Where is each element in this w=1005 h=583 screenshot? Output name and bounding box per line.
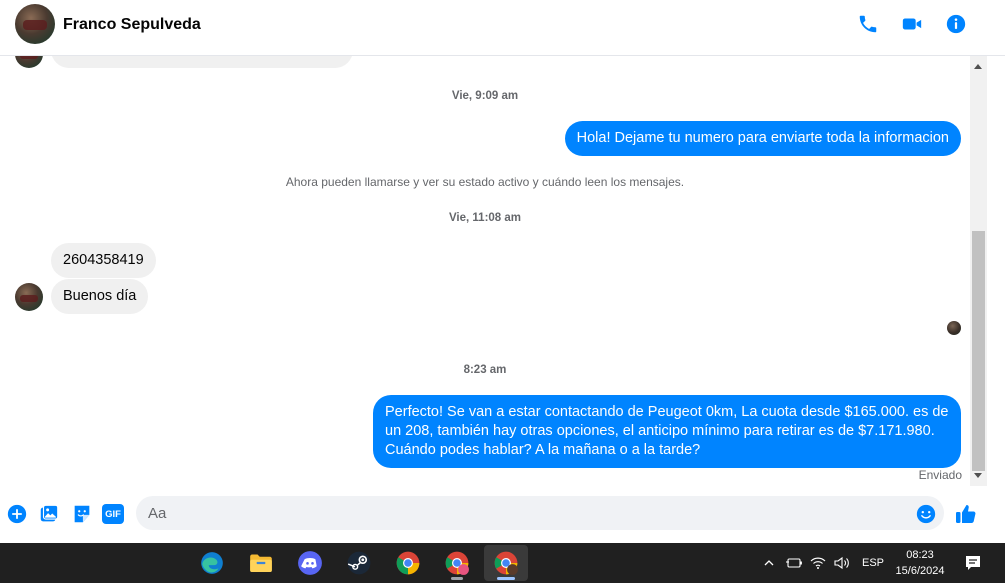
outgoing-message[interactable]: Hola! Dejame tu numero para enviarte tod… [564, 121, 961, 156]
contact-avatar[interactable] [15, 4, 55, 44]
running-indicator [451, 577, 463, 580]
scrollbar[interactable] [970, 56, 987, 486]
scroll-down-arrow[interactable] [974, 473, 982, 478]
steam-icon[interactable] [337, 545, 381, 581]
incoming-message[interactable]: 2604358419 [51, 243, 156, 278]
image-icon[interactable] [37, 502, 61, 526]
timestamp: Vie, 11:08 am [448, 212, 522, 224]
chrome-profile-active-icon[interactable] [484, 545, 528, 581]
file-explorer-icon[interactable] [239, 545, 283, 581]
volume-icon[interactable] [830, 556, 854, 570]
sticker-icon[interactable] [70, 502, 94, 526]
message-list[interactable]: Vie, 9:09 am Hola! Dejame tu numero para… [0, 56, 970, 486]
message-input[interactable] [136, 496, 944, 530]
incoming-message[interactable]: Buenos día [51, 279, 149, 314]
active-indicator [497, 577, 515, 580]
composer: GIF [0, 490, 1005, 538]
contact-avatar-small[interactable] [15, 283, 43, 311]
system-tray: ESP [760, 543, 884, 583]
info-icon[interactable] [944, 12, 968, 36]
chrome-profile-icon[interactable] [435, 545, 479, 581]
gif-icon[interactable]: GIF [101, 502, 125, 526]
chevron-up-icon[interactable] [760, 557, 778, 569]
contact-avatar-small [15, 56, 43, 68]
phone-icon[interactable] [856, 12, 880, 36]
timestamp: Vie, 9:09 am [451, 90, 519, 102]
discord-icon[interactable] [288, 545, 332, 581]
chrome-icon[interactable] [386, 545, 430, 581]
windows-taskbar: ESP 08:23 15/6/2024 [0, 543, 1005, 583]
outgoing-message[interactable]: Perfecto! Se van a estar contactando de … [373, 395, 961, 468]
chat-header: Franco Sepulveda [0, 0, 1005, 56]
clock-time: 08:23 [906, 549, 934, 561]
wifi-icon[interactable] [806, 556, 830, 570]
clock-date: 15/6/2024 [895, 565, 945, 577]
battery-icon[interactable] [782, 556, 806, 570]
emoji-icon[interactable] [914, 502, 938, 526]
sent-status: Enviado [918, 468, 962, 482]
plus-icon[interactable] [5, 502, 29, 526]
contact-name[interactable]: Franco Sepulveda [63, 16, 201, 34]
thumbs-up-icon[interactable] [954, 502, 978, 526]
scroll-up-arrow[interactable] [974, 64, 982, 69]
gif-label: GIF [102, 504, 124, 524]
system-message: Ahora pueden llamarse y ver su estado ac… [285, 175, 685, 189]
seen-avatar [947, 321, 961, 335]
message-bubble-partial [51, 56, 353, 68]
video-camera-icon[interactable] [900, 12, 924, 36]
edge-icon[interactable] [190, 545, 234, 581]
scroll-thumb[interactable] [972, 231, 985, 471]
clock[interactable]: 08:23 15/6/2024 [880, 547, 960, 579]
timestamp: 8:23 am [463, 364, 507, 376]
notification-icon[interactable] [962, 552, 984, 574]
